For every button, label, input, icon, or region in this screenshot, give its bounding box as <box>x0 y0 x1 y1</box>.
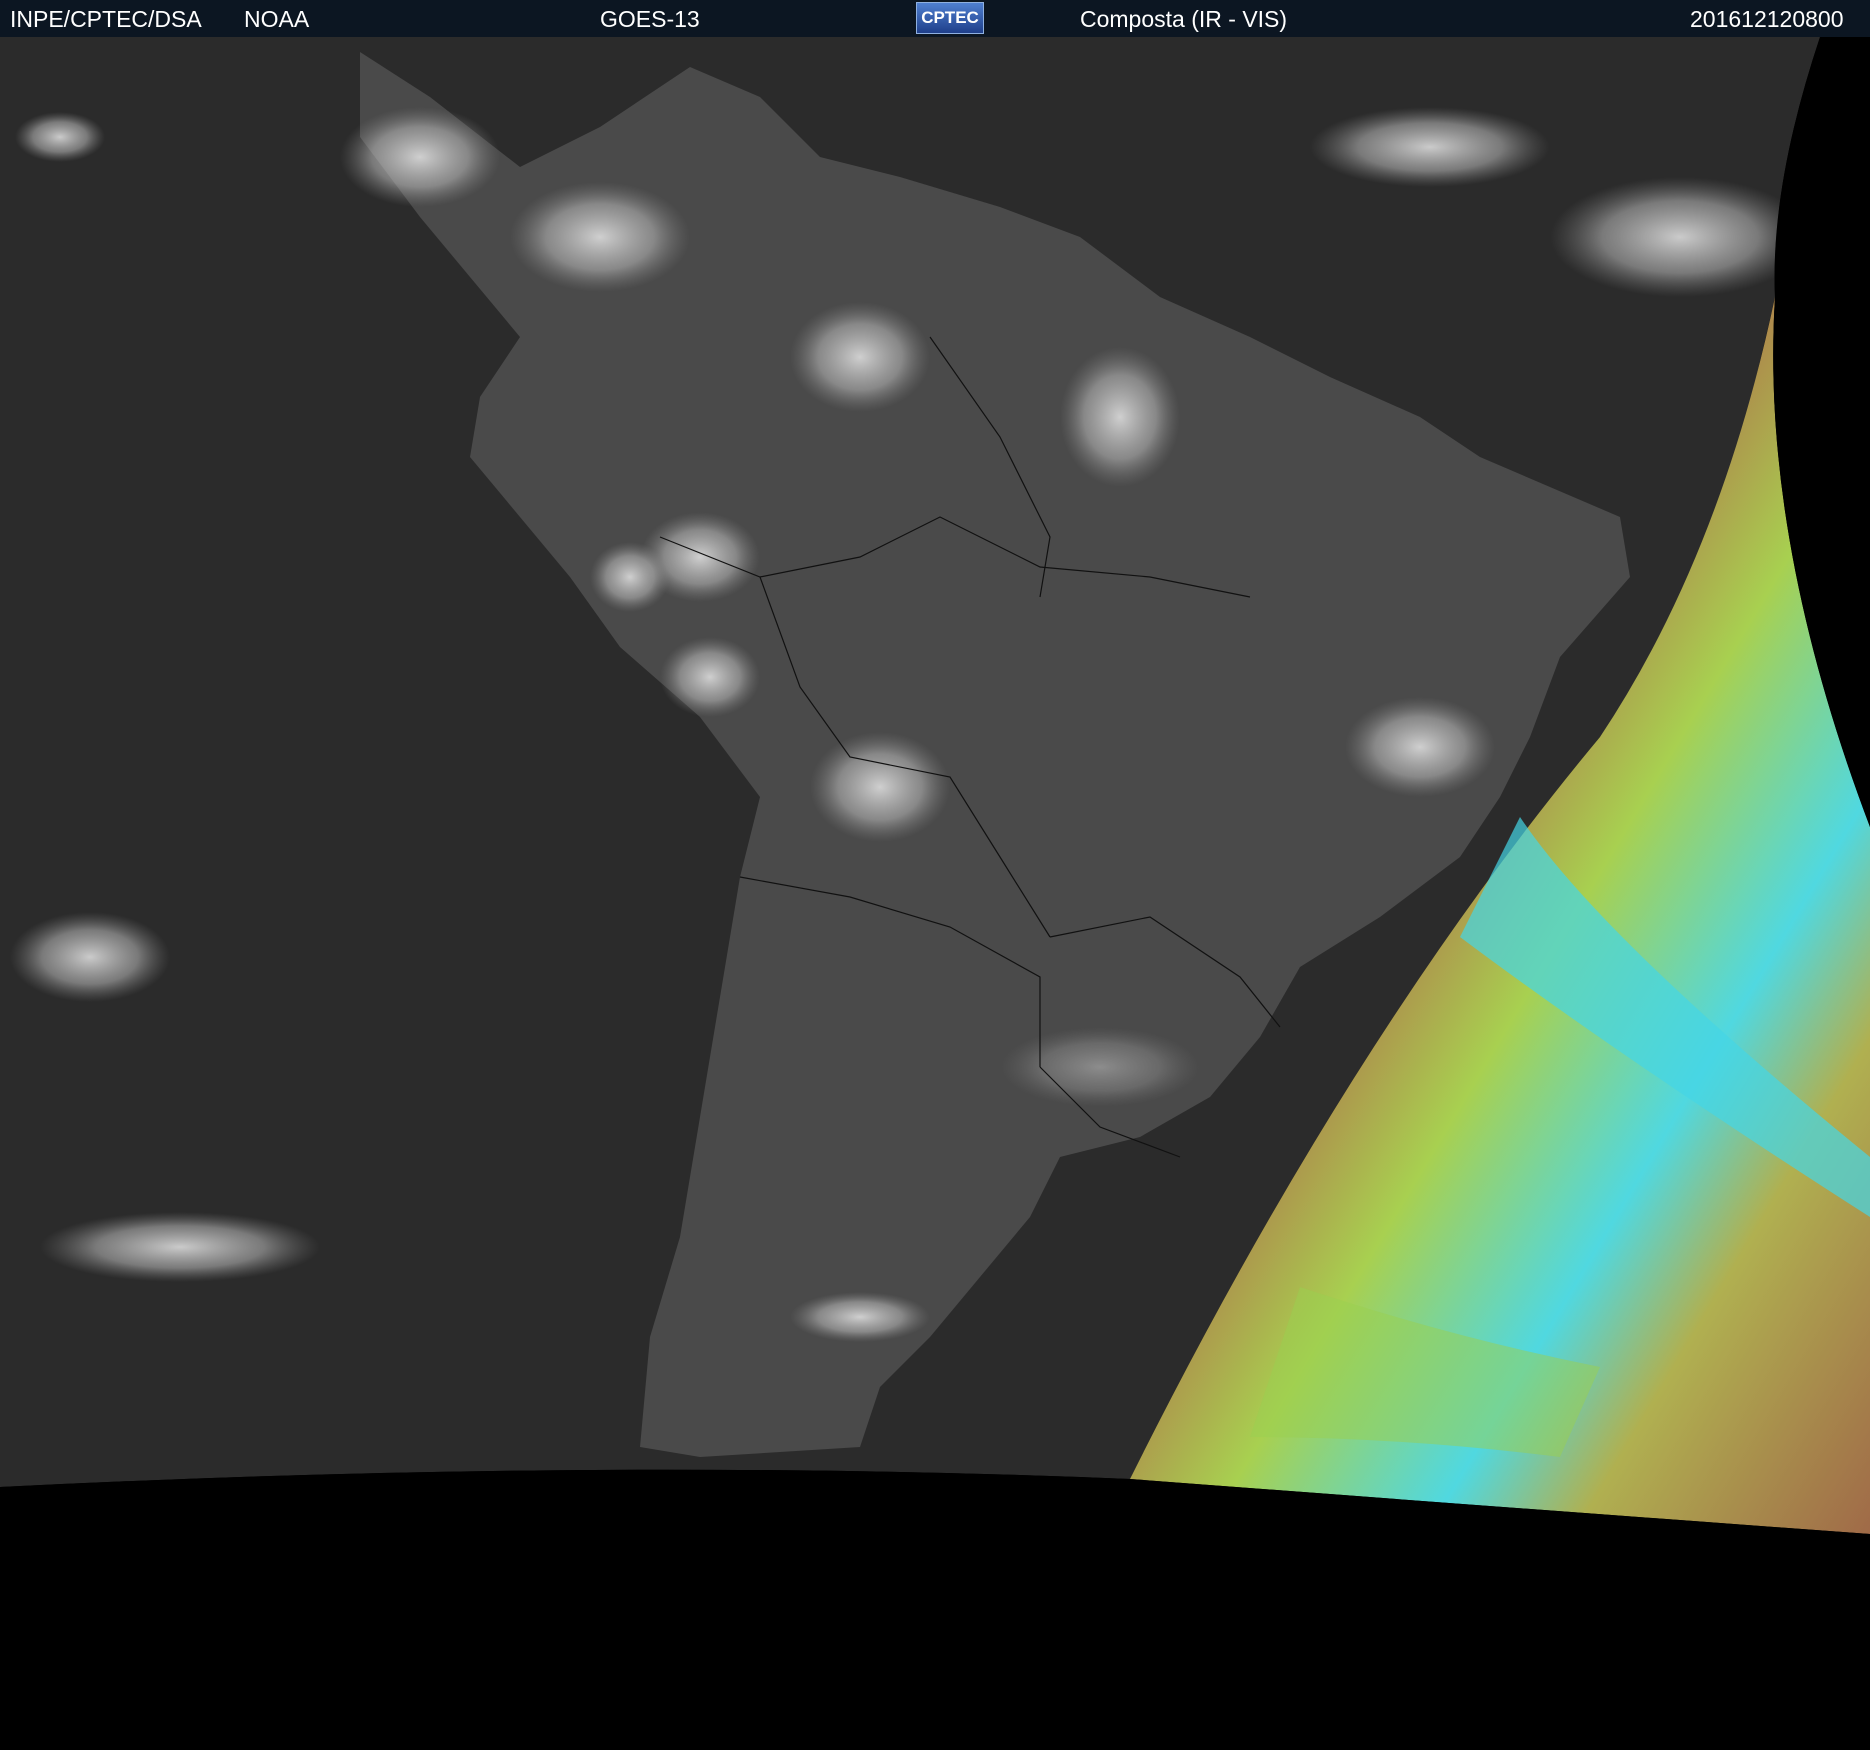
satellite-label: GOES-13 <box>600 6 700 32</box>
satellite-image <box>0 37 1870 1750</box>
timestamp-label: 201612120800 <box>1690 6 1844 32</box>
header-bar: INPE/CPTEC/DSA NOAA GOES-13 CPTEC Compos… <box>0 0 1870 37</box>
org-label: INPE/CPTEC/DSA <box>10 6 202 32</box>
agency-label: NOAA <box>244 6 310 32</box>
cptec-logo: CPTEC <box>916 2 984 34</box>
product-label: Composta (IR - VIS) <box>1080 6 1288 32</box>
